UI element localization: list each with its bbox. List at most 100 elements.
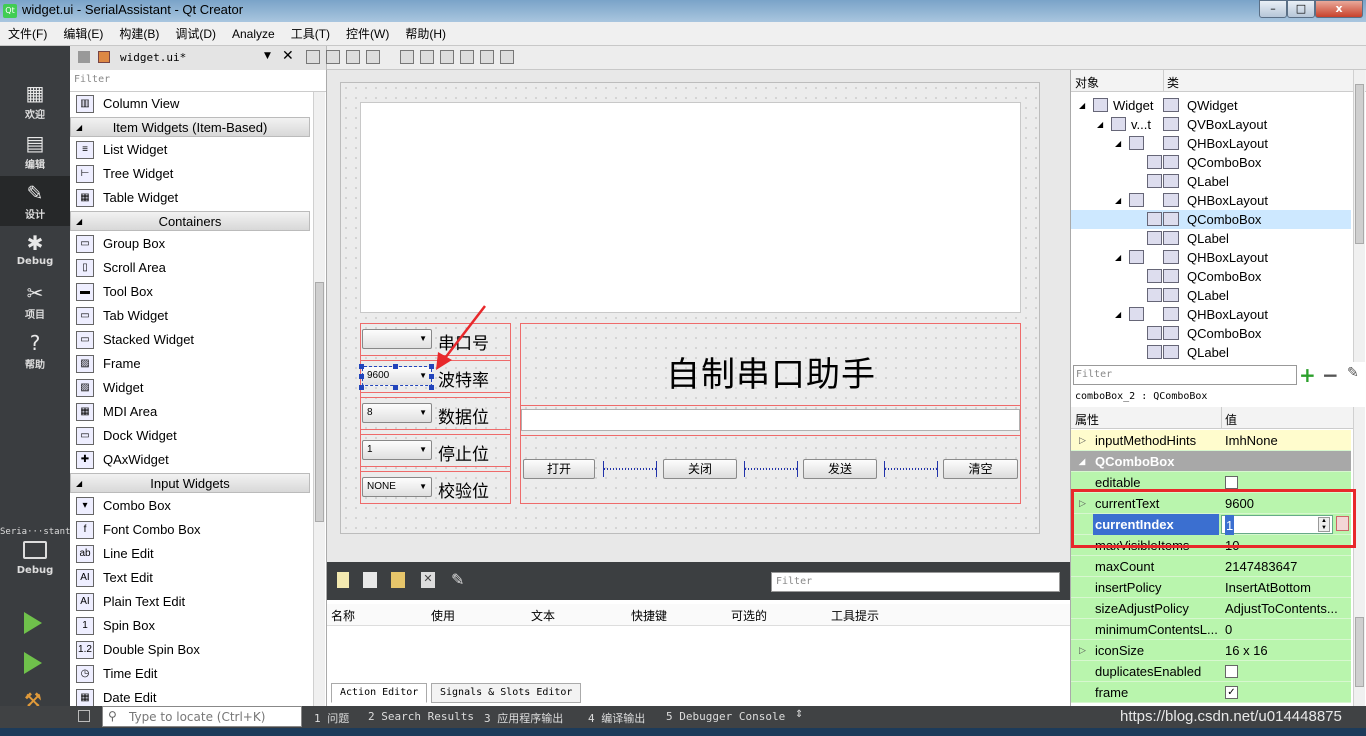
expand-icon[interactable]: ◢ — [1115, 248, 1121, 267]
widget-item[interactable]: f Font Combo Box — [70, 518, 310, 542]
widget-item[interactable]: ▭ Dock Widget — [70, 424, 310, 448]
selection-handle[interactable] — [393, 385, 398, 390]
property-row[interactable]: sizeAdjustPolicy AdjustToContents... — [1071, 598, 1351, 619]
copy-action-icon[interactable] — [363, 572, 377, 588]
object-row[interactable]: QLabel — [1071, 286, 1351, 305]
delete-action-icon[interactable]: ✕ — [421, 572, 435, 588]
widget-category[interactable]: ◢ Input Widgets — [70, 473, 310, 493]
combo-box[interactable]: 8 ▼ — [362, 403, 432, 423]
object-row[interactable]: QLabel — [1071, 172, 1351, 191]
selection-handle[interactable] — [359, 385, 364, 390]
form-tool-icon[interactable] — [366, 50, 380, 64]
expand-icon[interactable]: ▷ — [1079, 640, 1086, 661]
run-icon[interactable] — [24, 612, 42, 634]
scroll-thumb[interactable] — [1355, 617, 1364, 687]
scroll-thumb[interactable] — [1355, 84, 1364, 244]
property-row[interactable]: minimumContentsL... 0 — [1071, 619, 1351, 640]
minimize-button[interactable]: – — [1259, 0, 1287, 18]
widget-item[interactable]: 1 Spin Box — [70, 614, 310, 638]
widget-box-scrollbar[interactable] — [313, 92, 325, 706]
selection-handle[interactable] — [429, 385, 434, 390]
configure-icon[interactable]: ✎ — [451, 570, 464, 589]
property-row[interactable]: frame ✓ — [1071, 682, 1351, 703]
menu-item[interactable]: 工具(T) — [283, 22, 338, 46]
widget-item[interactable]: ▥ Column View — [70, 92, 310, 116]
widget-item[interactable]: ▾ Combo Box — [70, 494, 310, 518]
selection-handle[interactable] — [359, 374, 364, 379]
combo-box[interactable]: 9600 ▼ — [362, 366, 432, 386]
selection-handle[interactable] — [429, 374, 434, 379]
object-scrollbar[interactable] — [1353, 70, 1365, 362]
form-tool-icon[interactable] — [460, 50, 474, 64]
widget-item[interactable]: AI Text Edit — [70, 566, 310, 590]
property-row[interactable]: maxCount 2147483647 — [1071, 556, 1351, 577]
form-tool-icon[interactable] — [306, 50, 320, 64]
add-property-icon[interactable]: + — [1299, 363, 1316, 387]
property-filter-input[interactable]: Filter — [1073, 365, 1297, 385]
property-checkbox[interactable] — [1225, 665, 1238, 678]
selection-handle[interactable] — [359, 364, 364, 369]
widget-item[interactable]: ▭ Stacked Widget — [70, 328, 310, 352]
expand-icon[interactable]: ▷ — [1079, 430, 1086, 451]
combo-box[interactable]: ▼ — [362, 329, 432, 349]
object-row[interactable]: QLabel — [1071, 343, 1351, 362]
expand-icon[interactable]: ◢ — [1115, 191, 1121, 210]
form-tool-icon[interactable] — [440, 50, 454, 64]
pane-switch-icon[interactable]: ⇕ — [795, 709, 803, 720]
scroll-thumb[interactable] — [315, 282, 324, 522]
close-document-icon[interactable]: ✕ — [282, 48, 294, 64]
widget-item[interactable]: ◷ Time Edit — [70, 662, 310, 686]
object-row[interactable]: ◢ QHBoxLayout — [1071, 248, 1351, 267]
document-selector[interactable]: widget.ui* ▼ ✕ — [70, 46, 327, 70]
property-row[interactable]: ▷ iconSize 16 x 16 — [1071, 640, 1351, 661]
menu-item[interactable]: 编辑(E) — [55, 22, 111, 46]
mode-1[interactable]: ▤ 编辑 — [0, 126, 70, 176]
mode-5[interactable]: ? 帮助 — [0, 326, 70, 376]
expand-icon[interactable]: ◢ — [1115, 134, 1121, 153]
output-pane-button[interactable]: 1 问题 — [314, 710, 349, 726]
maximize-button[interactable]: □ — [1287, 0, 1315, 18]
send-button[interactable]: 发送 — [803, 459, 877, 479]
menu-item[interactable]: Analyze — [224, 22, 283, 46]
widget-item[interactable]: ▦ Table Widget — [70, 186, 310, 210]
widget-item[interactable]: ⊢ Tree Widget — [70, 162, 310, 186]
property-row[interactable]: ▷ inputMethodHints ImhNone — [1071, 430, 1351, 451]
combo-box[interactable]: 1 ▼ — [362, 440, 432, 460]
object-row[interactable]: ◢ QHBoxLayout — [1071, 191, 1351, 210]
expand-icon[interactable]: ◢ — [1079, 96, 1085, 115]
chevron-down-icon[interactable]: ▼ — [264, 51, 271, 61]
object-row[interactable]: ◢ QHBoxLayout — [1071, 134, 1351, 153]
receive-text-edit[interactable] — [360, 102, 1021, 313]
property-checkbox[interactable] — [1225, 476, 1238, 489]
property-row[interactable]: insertPolicy InsertAtBottom — [1071, 577, 1351, 598]
selection-handle[interactable] — [393, 364, 398, 369]
widget-item[interactable]: 1.2 Double Spin Box — [70, 638, 310, 662]
property-section[interactable]: ◢ QComboBox — [1071, 451, 1351, 472]
horizontal-spacer[interactable] — [884, 461, 938, 477]
new-action-icon[interactable] — [337, 572, 349, 588]
expand-icon[interactable]: ◢ — [1115, 305, 1121, 324]
tab-signals-slots[interactable]: Signals & Slots Editor — [431, 683, 582, 703]
object-row[interactable]: QComboBox — [1071, 324, 1351, 343]
widget-item[interactable]: ab Line Edit — [70, 542, 310, 566]
close-button[interactable]: x — [1315, 0, 1363, 18]
tab-action-editor[interactable]: Action Editor — [331, 683, 428, 703]
close-port-button[interactable]: 关闭 — [663, 459, 737, 479]
mode-0[interactable]: ▦ 欢迎 — [0, 76, 70, 126]
output-pane-button[interactable]: 4 编译输出 — [588, 710, 645, 726]
widget-item[interactable]: ▭ Tab Widget — [70, 304, 310, 328]
widget-filter-input[interactable]: Filter — [70, 70, 326, 92]
send-line-edit[interactable] — [521, 409, 1020, 431]
toggle-sidebar-icon[interactable] — [78, 710, 90, 722]
widget-item[interactable]: ▨ Frame — [70, 352, 310, 376]
object-row[interactable]: ◢ v...t QVBoxLayout — [1071, 115, 1351, 134]
menu-item[interactable]: 文件(F) — [0, 22, 55, 46]
horizontal-spacer[interactable] — [603, 461, 657, 477]
widget-item[interactable]: ▭ Group Box — [70, 232, 310, 256]
form-tool-icon[interactable] — [420, 50, 434, 64]
output-pane-button[interactable]: 2 Search Results — [368, 710, 474, 723]
property-checkbox[interactable]: ✓ — [1225, 686, 1238, 699]
object-row[interactable]: QComboBox — [1071, 210, 1351, 229]
property-scrollbar[interactable] — [1353, 407, 1365, 706]
widget-category[interactable]: ◢ Item Widgets (Item-Based) — [70, 117, 310, 137]
